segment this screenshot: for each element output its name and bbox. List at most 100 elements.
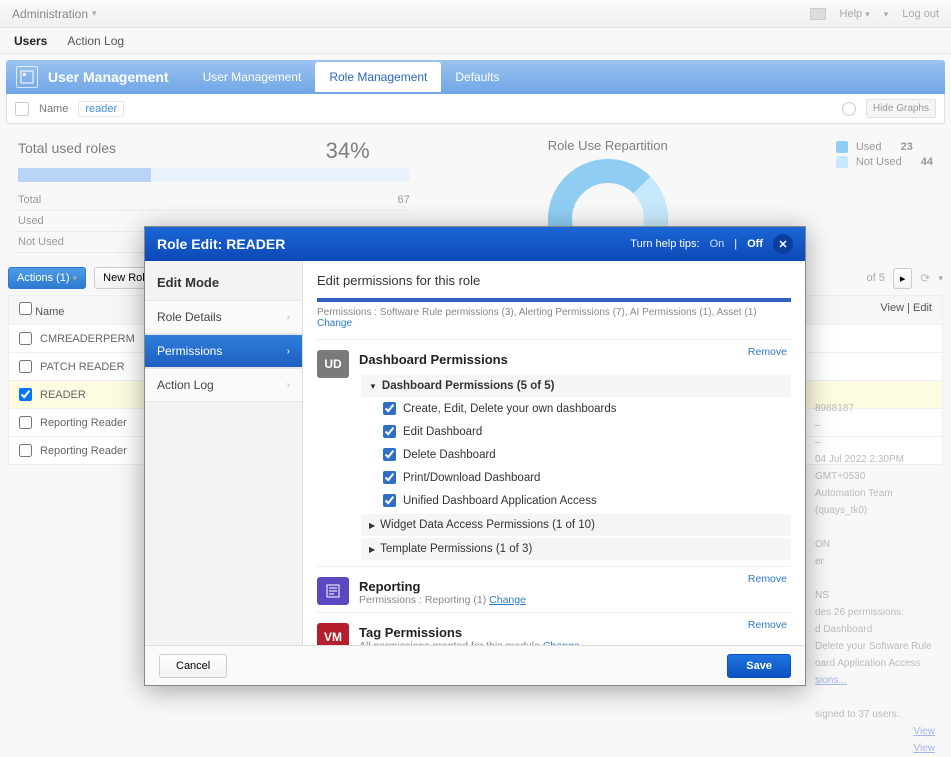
stat-total-label: Total [18, 194, 41, 206]
chart-legend: Used 23 Not Used 44 [836, 138, 933, 253]
view-link[interactable]: View [914, 743, 936, 754]
legend-used-label: Used [856, 141, 882, 153]
save-button[interactable]: Save [727, 654, 791, 678]
module-badge-reporting [317, 577, 349, 605]
logout-link[interactable]: Log out [902, 8, 939, 20]
perm-label: Create, Edit, Delete your own dashboards [403, 403, 617, 415]
page-header: User Management User Management Role Man… [6, 60, 945, 94]
subnav-actionlog[interactable]: Action Log [67, 34, 124, 48]
subnav-users[interactable]: Users [14, 34, 47, 48]
section-divider [317, 298, 791, 302]
row-checkbox[interactable] [19, 332, 32, 345]
chevron-down-icon: ▾ [92, 8, 97, 19]
tab-user-management[interactable]: User Management [189, 62, 316, 92]
chevron-down-icon: ▾ [73, 273, 78, 283]
filter-name-label: Name [39, 103, 68, 115]
modal-sidebar: Edit Mode Role Details› Permissions› Act… [145, 261, 303, 645]
legend-swatch-notused [836, 156, 848, 168]
legend-swatch-used [836, 141, 848, 153]
change-link[interactable]: Change [489, 594, 526, 606]
chevron-down-icon: ▾ [865, 9, 870, 19]
triangle-right-icon: ▶ [369, 545, 375, 554]
remove-link[interactable]: Remove [748, 573, 787, 585]
perm-group-header[interactable]: ▶Template Permissions (1 of 3) [361, 538, 791, 560]
remove-link[interactable]: Remove [748, 619, 787, 631]
modal-main: Edit permissions for this role Permissio… [303, 261, 805, 645]
perm-card-dashboard: Remove UD Dashboard Permissions ▼Dashboa… [317, 339, 791, 560]
modal-main-title: Edit permissions for this role [303, 273, 805, 298]
perm-checkbox[interactable] [383, 494, 396, 507]
tab-role-management[interactable]: Role Management [315, 62, 441, 92]
help-menu[interactable]: Help ▾ [840, 8, 870, 20]
chevron-right-icon: › [287, 346, 290, 357]
clear-filter-icon[interactable] [842, 102, 856, 116]
paging-label: of 5 [867, 272, 885, 284]
sub-nav: Users Action Log [0, 28, 951, 54]
legend-used-value: 23 [901, 141, 913, 153]
change-link[interactable]: Change [317, 318, 352, 329]
module-badge-ud: UD [317, 350, 349, 378]
detail-panel-bg: 8988187 –– 04 Jul 2022 2:30PM GMT+0530 A… [815, 400, 935, 757]
page-title: User Management [48, 69, 169, 85]
user-menu[interactable]: ▾ [884, 8, 889, 20]
user-mgmt-icon [16, 66, 38, 88]
perm-checkbox[interactable] [383, 425, 396, 438]
stat-total-value: 67 [397, 194, 409, 206]
filter-bar: Name reader Hide Graphs [6, 94, 945, 124]
sidebar-item-role-details[interactable]: Role Details› [145, 300, 302, 334]
perm-checkbox[interactable] [383, 471, 396, 484]
perm-label: Delete Dashboard [403, 449, 496, 461]
chevron-down-icon: ▾ [884, 9, 889, 19]
remove-link[interactable]: Remove [748, 346, 787, 358]
app-menu-label: Administration [12, 7, 88, 21]
perm-card-title: Reporting [317, 577, 791, 594]
perm-checkbox[interactable] [383, 402, 396, 415]
mail-icon[interactable] [810, 8, 826, 20]
row-checkbox[interactable] [19, 444, 32, 457]
legend-notused-label: Not Used [856, 156, 902, 168]
perm-card-title: Tag Permissions [317, 623, 791, 640]
stat-used-label: Used [18, 215, 44, 227]
help-tips-on[interactable]: On [710, 238, 725, 250]
chevron-right-icon: › [287, 312, 290, 323]
total-roles-title: Total used roles [18, 140, 116, 156]
settings-caret-icon[interactable]: ▾ [938, 273, 943, 284]
help-tips-off[interactable]: Off [747, 238, 763, 250]
perm-label: Print/Download Dashboard [403, 472, 540, 484]
cancel-button[interactable]: Cancel [159, 654, 227, 678]
sidebar-item-action-log[interactable]: Action Log› [145, 368, 302, 402]
perm-checkbox[interactable] [383, 448, 396, 461]
col-actions: View | Edit [880, 302, 932, 318]
total-roles-pct: 34% [326, 138, 370, 164]
sidebar-title: Edit Mode [145, 271, 302, 300]
col-name: Name [35, 306, 64, 318]
triangle-down-icon: ▼ [369, 382, 377, 391]
modal-footer: Cancel Save [145, 645, 805, 685]
close-icon[interactable]: ✕ [773, 234, 793, 254]
usage-bar [18, 168, 410, 182]
refresh-icon[interactable]: ⟳ [920, 271, 930, 285]
perm-group-header[interactable]: ▼Dashboard Permissions (5 of 5) [361, 375, 791, 397]
row-checkbox[interactable] [19, 416, 32, 429]
perm-card-tag: Remove VM Tag Permissions All permission… [317, 612, 791, 645]
modal-title: Role Edit: READER [157, 236, 285, 252]
perm-label: Unified Dashboard Application Access [403, 495, 597, 507]
tab-defaults[interactable]: Defaults [441, 62, 513, 92]
actions-button[interactable]: Actions (1) ▾ [8, 267, 86, 289]
filter-name-value[interactable]: reader [78, 101, 124, 117]
donut-chart [548, 159, 668, 234]
view-link[interactable]: View [914, 726, 936, 737]
row-checkbox[interactable] [19, 360, 32, 373]
select-all-checkbox[interactable] [19, 302, 32, 315]
change-link[interactable]: Change [543, 640, 580, 645]
help-tips-label: Turn help tips: [630, 238, 699, 250]
row-checkbox[interactable] [19, 388, 32, 401]
hide-graphs-button[interactable]: Hide Graphs [866, 99, 936, 118]
perm-group-header[interactable]: ▶Widget Data Access Permissions (1 of 10… [361, 514, 791, 536]
page-next-button[interactable]: ▸ [893, 268, 913, 289]
chevron-right-icon: › [287, 380, 290, 391]
filter-toggle-icon[interactable] [15, 102, 29, 116]
sidebar-item-permissions[interactable]: Permissions› [145, 334, 302, 368]
app-menu[interactable]: Administration ▾ [12, 7, 97, 21]
repartition-title: Role Use Repartition [430, 138, 786, 153]
